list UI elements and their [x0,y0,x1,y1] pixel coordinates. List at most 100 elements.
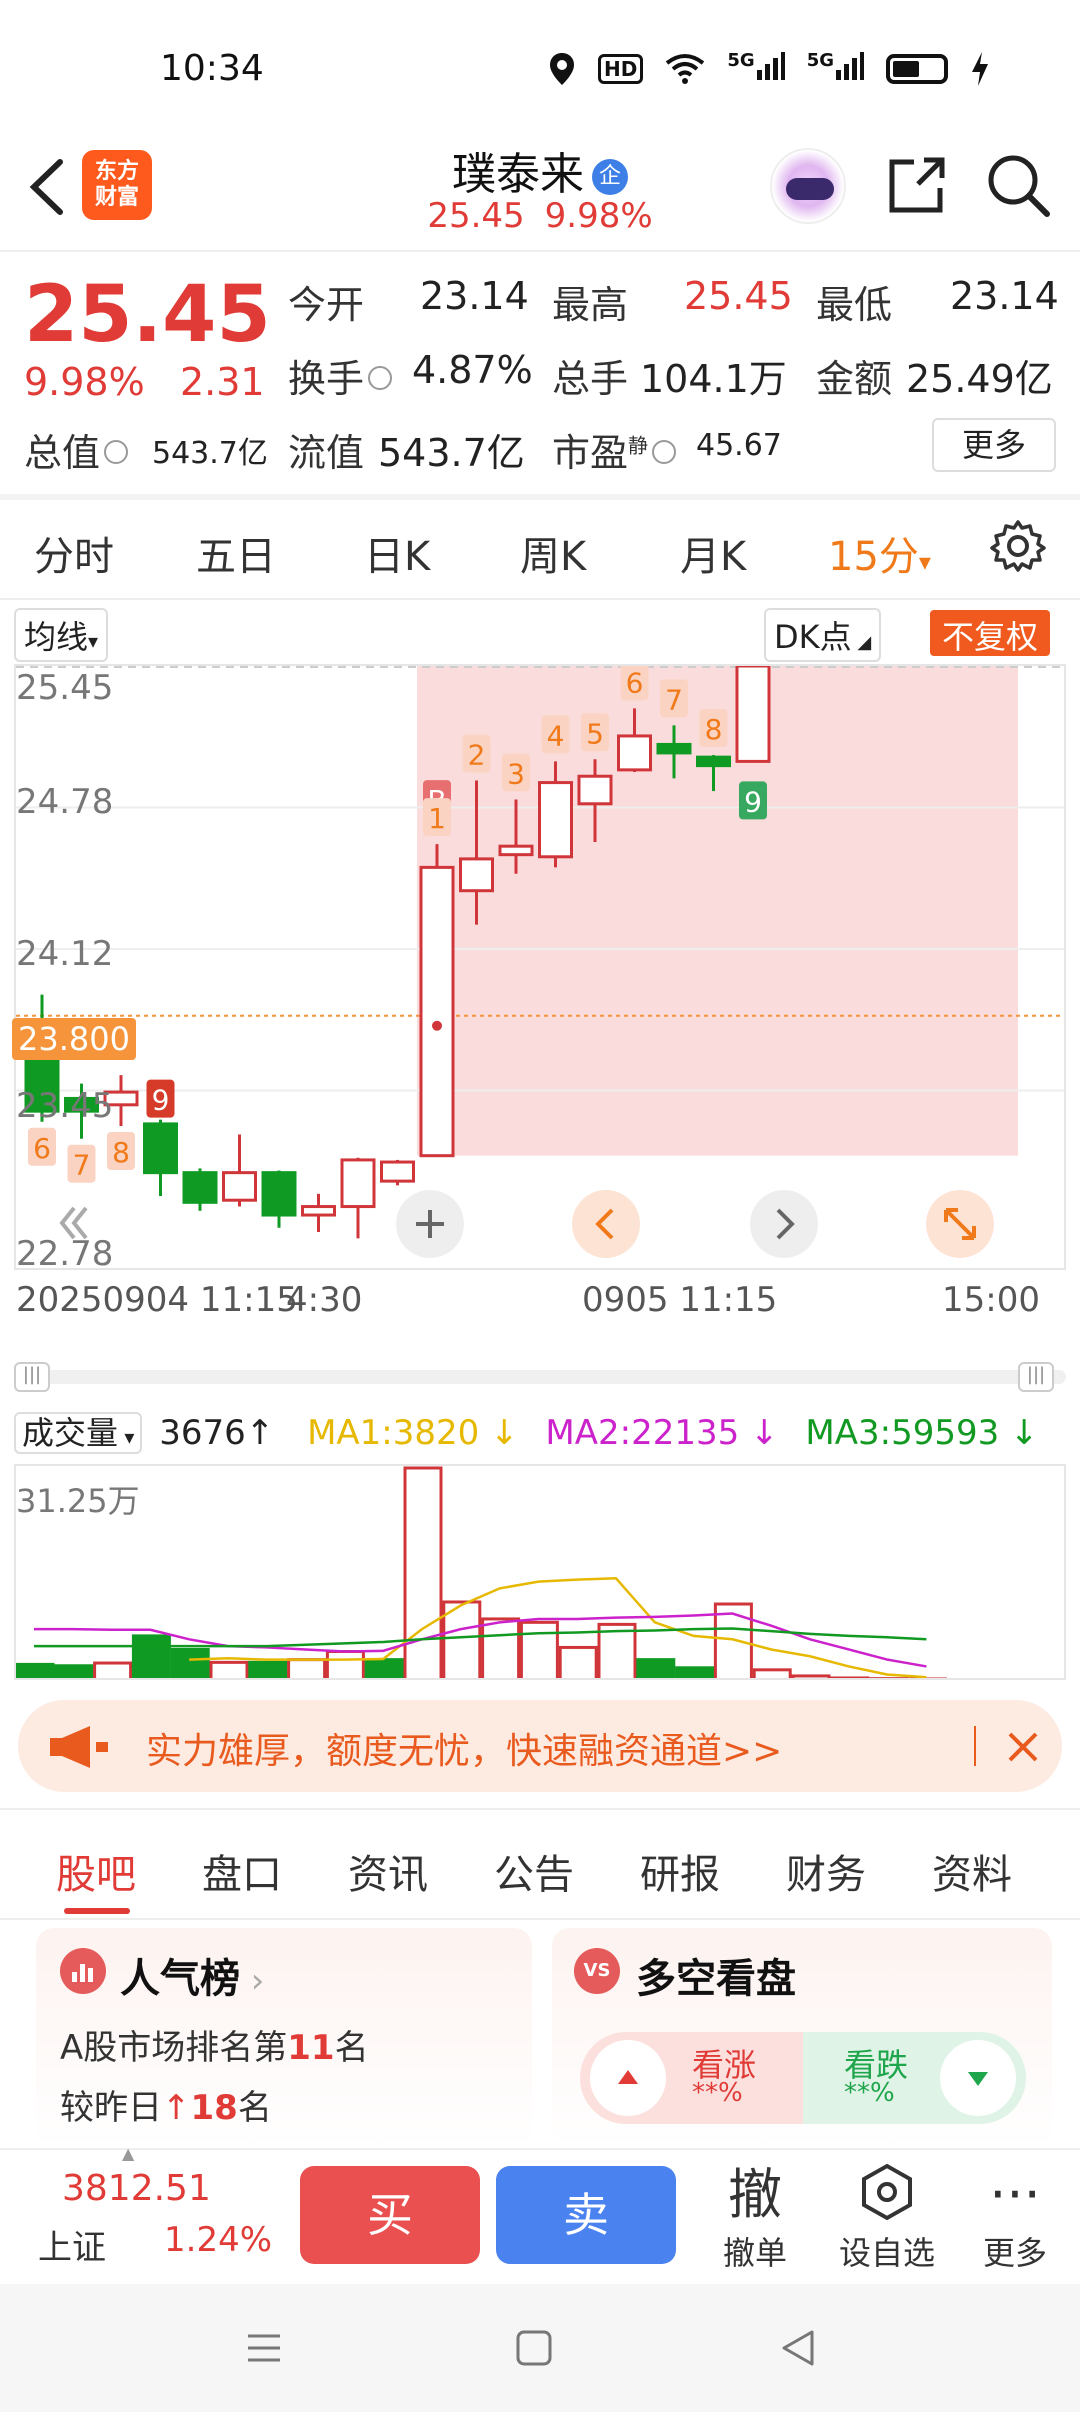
float-label: 流值 [288,431,365,475]
cancel-label: 撤单 [722,2234,787,2272]
volume-bar [403,1466,443,1678]
search-icon[interactable] [985,152,1051,218]
signal-5g-label-2: 5G [806,50,834,71]
tab-intraday[interactable]: 分时 [34,524,114,582]
chart-scrollbar[interactable] [14,1370,1066,1384]
y-tick-0: 25.45 [16,668,114,708]
chevron-left-icon [595,1208,614,1240]
double-left-icon[interactable] [54,1198,94,1248]
add-watchlist-button[interactable]: 设自选 [832,2162,942,2274]
signal-5g-icon: 5G [727,50,785,87]
tab-daily-k[interactable]: 日K [364,524,430,582]
candle-body [617,734,652,772]
open-label: 今开 [288,283,365,327]
low-value: 23.14 [950,274,1059,318]
quote-panel: 25.45 9.98% 2.31 今开 23.14 最高 25.45 最低 23… [0,252,1080,492]
tab-profile[interactable]: 资料 [932,1842,1012,1900]
tab-order-book[interactable]: 盘口 [202,1842,282,1900]
close-icon[interactable] [998,1722,1048,1772]
signal-label: 6 [626,666,644,699]
share-icon[interactable] [884,152,950,218]
popularity-title-text: 人气榜 [120,1956,240,2002]
promo-banner[interactable]: 实力雄厚，额度无忧，快速融资通道>> [18,1700,1062,1792]
volume-bar [54,1664,94,1678]
chevron-right-icon: › [240,1961,265,2001]
status-bar: 10:34 HD 5G 5G [0,0,1080,130]
volume-legend: 成交量 ▾ 3676↑ MA1:3820 ↓ MA2:22135 ↓ MA3:5… [14,1408,1074,1458]
tab-financials[interactable]: 财务 [786,1842,866,1900]
gear-icon[interactable] [990,518,1046,574]
y-tick-2: 24.12 [16,934,114,974]
expand-button[interactable] [926,1190,994,1258]
scroll-handle-left[interactable]: ||| [14,1362,50,1392]
rank-change-suffix: 名 [237,2088,272,2128]
scroll-handle-right[interactable]: ||| [1018,1362,1054,1392]
tab-weekly-k[interactable]: 周K [520,524,586,582]
sentiment-card[interactable]: VS 多空看盘 看涨 **% 看跌 **% [552,1928,1052,2148]
info-icon[interactable] [104,439,129,464]
menu-icon[interactable] [244,2328,284,2368]
bear-button[interactable] [940,2040,1016,2116]
more-menu-button[interactable]: ··· 更多 [960,2162,1070,2274]
megaphone-icon [50,1726,108,1768]
volume-indicator-select[interactable]: 成交量 ▾ [14,1412,143,1454]
volume-chart[interactable] [14,1464,1066,1680]
more-button[interactable]: 更多 [932,418,1056,472]
period-tabs: 分时 五日 日K 周K 月K 15分▾ [0,498,1080,600]
volume-bar [636,1658,676,1678]
bull-button[interactable] [590,2040,666,2116]
candle-body [301,1205,336,1217]
tab-news[interactable]: 资讯 [348,1842,428,1900]
rank-change: 较昨日↑18名 [60,2080,272,2129]
crosshair-button[interactable] [396,1190,464,1258]
signal-label: 4 [547,719,565,752]
kline-chart[interactable]: B1234567896789 [14,664,1066,1270]
buy-button[interactable]: 买 [300,2166,480,2264]
back-nav-icon[interactable] [778,2328,818,2368]
volume-bar [287,1658,327,1678]
open-value: 23.14 [420,274,529,318]
pe-label: 市盈静 [552,422,680,477]
mktcap-label-text: 总值 [24,431,101,475]
volume-bar [481,1617,521,1678]
candle-body [380,1160,415,1183]
prev-button[interactable] [572,1190,640,1258]
volume-label: 总手 [552,357,629,401]
assistant-robot-icon[interactable] [770,148,846,224]
info-icon[interactable] [652,439,677,464]
volume-value-text: 3676 [159,1413,246,1453]
sell-button[interactable]: 卖 [496,2166,676,2264]
info-icon[interactable] [368,365,393,390]
candle-body [261,1171,297,1217]
home-icon[interactable] [514,2328,554,2368]
popularity-card[interactable]: 人气榜 › A股市场排名第11名 较昨日↑18名 [36,1928,532,2148]
dk-point-select[interactable]: DK点 ◢ [764,608,882,662]
volume-svg [16,1466,947,1678]
banner-divider [974,1726,976,1766]
turnover-label: 换手 [288,348,396,403]
tab-research[interactable]: 研报 [640,1842,720,1900]
stock-name-text: 璞泰来 [452,149,584,200]
indicator-select[interactable]: 均线▾ [14,608,109,662]
candle-body [182,1171,218,1204]
arrow-down-icon: ↓ [1010,1413,1039,1453]
wifi-icon [666,53,705,84]
cancel-icon: 撤 [728,2163,782,2226]
candle-body [538,781,573,859]
rank-number: 11 [287,2028,335,2068]
index-value[interactable]: 3812.51 [62,2168,211,2209]
signal-label: 6 [33,1132,51,1165]
adjust-button[interactable]: 不复权 [930,610,1051,656]
tab-five-day[interactable]: 五日 [196,524,276,582]
next-button[interactable] [750,1190,818,1258]
tab-forum[interactable]: 股吧 [56,1842,136,1900]
cancel-order-button[interactable]: 撤 撤单 [700,2162,810,2274]
tab-15min[interactable]: 15分▾ [828,524,931,582]
chevron-up-icon[interactable]: ▲ [122,2144,134,2163]
volume-bar [209,1660,249,1678]
candle-body [577,774,613,806]
tab-announcements[interactable]: 公告 [494,1842,574,1900]
tab-monthly-k[interactable]: 月K [680,524,746,582]
bear-value: **% [844,2078,895,2108]
volume-bar [830,1676,870,1678]
